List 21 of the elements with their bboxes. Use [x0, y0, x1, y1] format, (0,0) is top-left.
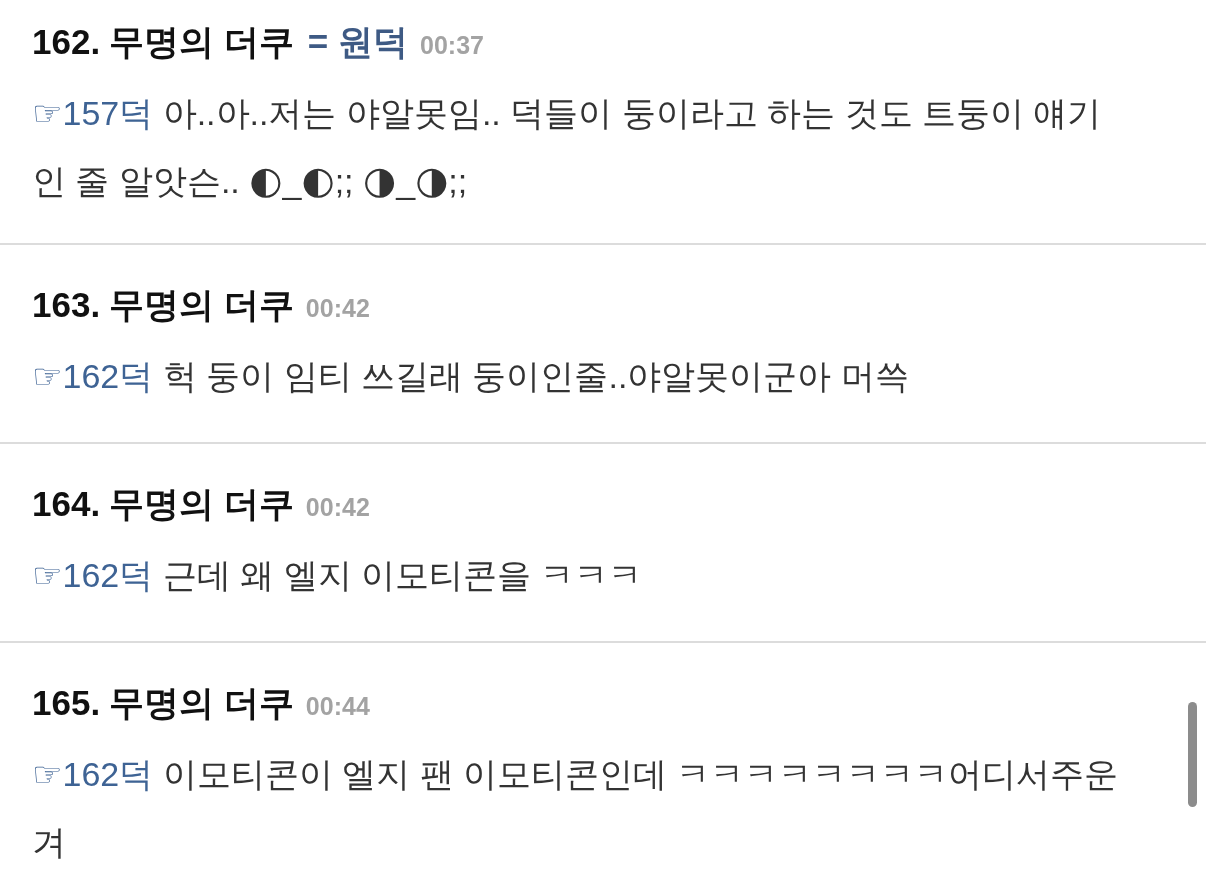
post-time: 00:44 [305, 691, 370, 722]
comment-text: ☞162덕 근데 왜 엘지 이모티콘을 ㅋㅋㅋ [32, 555, 644, 596]
comment-text: ☞162덕 이모티콘이 엘지 팬 이모티콘인데 ㅋㅋㅋㅋㅋㅋㅋㅋ어디서주운겨 [32, 754, 1120, 863]
post-number: 165. [32, 682, 101, 724]
comment-text: ☞157덕 아..아..저는 야알못임.. 덕들이 둥이라고 하는 것도 트둥이 얘기인 줄 알앗슨.. ◐_◐;; ◑_◑;; [32, 93, 1103, 204]
post-number: 162. [32, 21, 101, 63]
original-poster-tag: = 원덕 [307, 18, 409, 66]
post-time: 00:42 [305, 492, 370, 523]
reply-link[interactable]: ☞157덕 [32, 94, 154, 132]
reply-link[interactable]: ☞162덕 [32, 556, 154, 594]
comment-text: ☞162덕 헉 둥이 임티 쓰길래 둥이인줄..야알못이군아 머쓱 [32, 356, 910, 397]
author-name: 무명의 더쿠 [109, 21, 294, 63]
post-number: 163. [32, 284, 101, 326]
post-time: 00:42 [305, 293, 370, 324]
post-time: 00:37 [420, 30, 484, 61]
reply-link[interactable]: ☞162덕 [32, 357, 154, 395]
author-name: 무명의 더쿠 [109, 284, 294, 326]
author-name: 무명의 더쿠 [109, 682, 294, 724]
post-number: 164. [32, 483, 101, 525]
reply-link[interactable]: ☞162덕 [32, 755, 154, 793]
author-name: 무명의 더쿠 [109, 483, 294, 525]
